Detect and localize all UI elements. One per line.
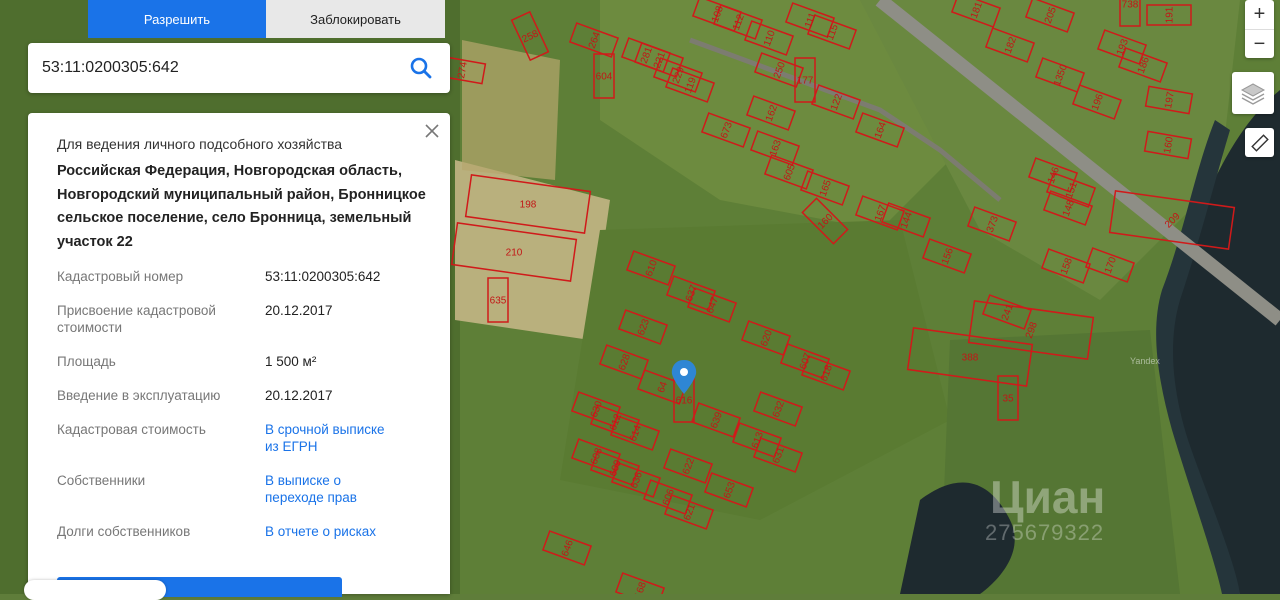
search-input[interactable] xyxy=(40,58,394,78)
parcel-info-card: Для ведения личного подсобного хозяйства… xyxy=(28,113,450,594)
land-purpose: Для ведения личного подсобного хозяйства xyxy=(57,136,343,152)
ownership-transfer-link[interactable]: В выписке о переходе прав xyxy=(265,472,380,506)
search-box xyxy=(28,43,450,93)
row-key: Площадь xyxy=(57,354,116,369)
permission-bar: Разрешить Заблокировать xyxy=(88,0,445,38)
row-key: Долги собственников xyxy=(57,524,191,539)
row-value: 20.12.2017 xyxy=(265,388,333,403)
row-value: 1 500 м² xyxy=(265,354,317,369)
watermark-id: 275679322 xyxy=(985,520,1105,545)
row-key: Введение в эксплуатацию xyxy=(57,388,221,403)
parcel-address: Российская Федерация, Новгородская облас… xyxy=(57,163,426,250)
close-icon[interactable] xyxy=(424,123,440,139)
row-key: Собственники xyxy=(57,473,146,488)
row-key: Кадастровая стоимость xyxy=(57,422,206,437)
parcel-label: 210 xyxy=(506,248,523,259)
row-value: 20.12.2017 xyxy=(265,303,333,318)
block-button[interactable]: Заблокировать xyxy=(266,0,445,38)
parcel-label: 738 xyxy=(1122,0,1139,11)
layers-button[interactable] xyxy=(1232,72,1274,114)
parcel-label: 604 xyxy=(596,72,613,83)
zoom-in-button[interactable]: + xyxy=(1245,0,1274,30)
row-value: 53:11:0200305:642 xyxy=(265,269,381,284)
layers-icon xyxy=(1240,83,1266,105)
yandex-label: Yandex xyxy=(1130,356,1160,366)
bottom-pill[interactable] xyxy=(24,580,166,600)
allow-button[interactable]: Разрешить xyxy=(88,0,266,38)
parcel-label: 388 xyxy=(962,353,979,364)
search-icon[interactable] xyxy=(410,57,432,79)
parcel-label: 191 xyxy=(1165,6,1176,23)
ruler-button[interactable] xyxy=(1245,128,1274,157)
egrn-extract-link[interactable]: В срочной выписке из ЕГРН xyxy=(265,421,395,455)
watermark-logo: Циан xyxy=(990,471,1106,523)
parcel-label: 198 xyxy=(520,200,537,211)
parcel-label: 177 xyxy=(797,76,814,87)
row-key: Кадастровый номер xyxy=(57,269,184,284)
parcel-label: 635 xyxy=(490,296,507,307)
parcel-label: 35 xyxy=(1002,394,1014,405)
risk-report-link[interactable]: В отчете о рисках xyxy=(265,523,425,540)
parcel-label: 616 xyxy=(676,396,693,407)
ruler-icon xyxy=(1250,133,1269,152)
zoom-out-button[interactable]: − xyxy=(1245,30,1274,59)
row-key: Присвоение кадастровой стоимости xyxy=(57,303,216,335)
zoom-control: + − xyxy=(1245,0,1274,58)
